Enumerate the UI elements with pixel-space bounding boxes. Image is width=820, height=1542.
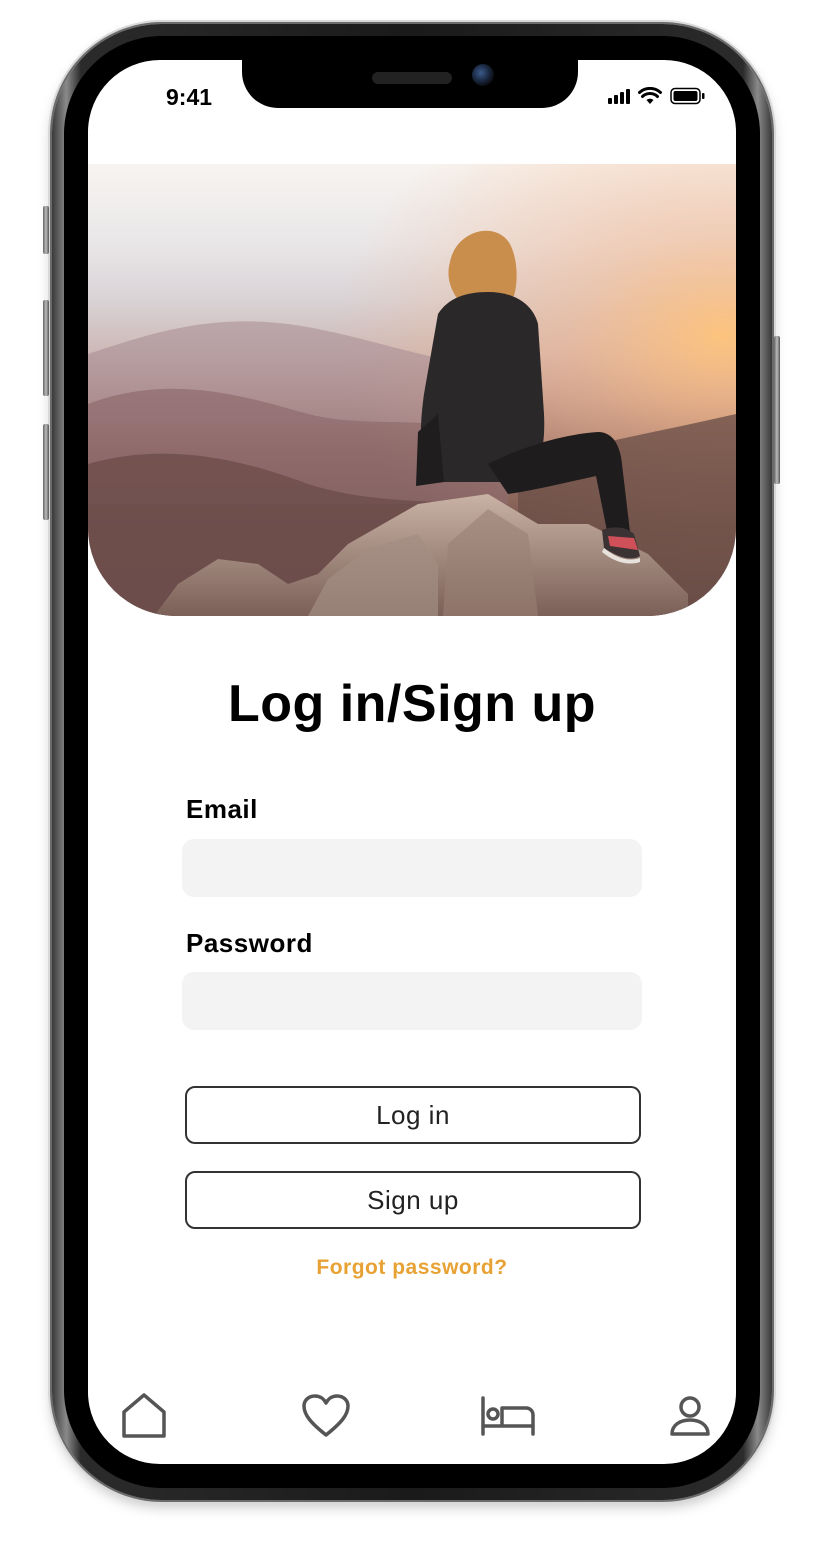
phone-screen: 9:41 Log in/Sign up Email Password Log i… — [88, 60, 736, 1464]
home-icon — [122, 1393, 166, 1438]
password-field[interactable] — [182, 972, 642, 1030]
phone-silent-switch — [43, 206, 49, 254]
phone-volume-up-button — [43, 300, 49, 396]
cellular-signal-icon — [608, 88, 630, 104]
speaker-grille — [372, 72, 452, 84]
email-label: Email — [186, 794, 258, 824]
front-camera — [472, 64, 494, 86]
tab-bar — [88, 1390, 736, 1450]
email-field[interactable] — [182, 839, 642, 897]
status-icons — [608, 87, 706, 105]
heart-icon — [302, 1394, 350, 1437]
login-button[interactable]: Log in — [185, 1086, 641, 1144]
status-time: 9:41 — [166, 84, 213, 110]
wifi-icon — [638, 87, 662, 104]
tab-home[interactable] — [114, 1390, 174, 1442]
bed-icon — [481, 1396, 535, 1436]
battery-icon — [670, 87, 705, 105]
tab-bookings[interactable] — [478, 1390, 538, 1442]
password-label: Password — [186, 928, 313, 958]
signup-button[interactable]: Sign up — [185, 1171, 641, 1229]
phone-volume-down-button — [43, 424, 49, 520]
phone-power-button — [774, 336, 780, 484]
user-icon — [670, 1396, 710, 1436]
forgot-password-link[interactable]: Forgot password? — [88, 1256, 736, 1280]
tab-favorites[interactable] — [296, 1390, 356, 1442]
tab-profile[interactable] — [660, 1390, 720, 1442]
hero-photo — [88, 164, 736, 616]
notch — [242, 60, 578, 108]
page-title: Log in/Sign up — [227, 675, 597, 733]
